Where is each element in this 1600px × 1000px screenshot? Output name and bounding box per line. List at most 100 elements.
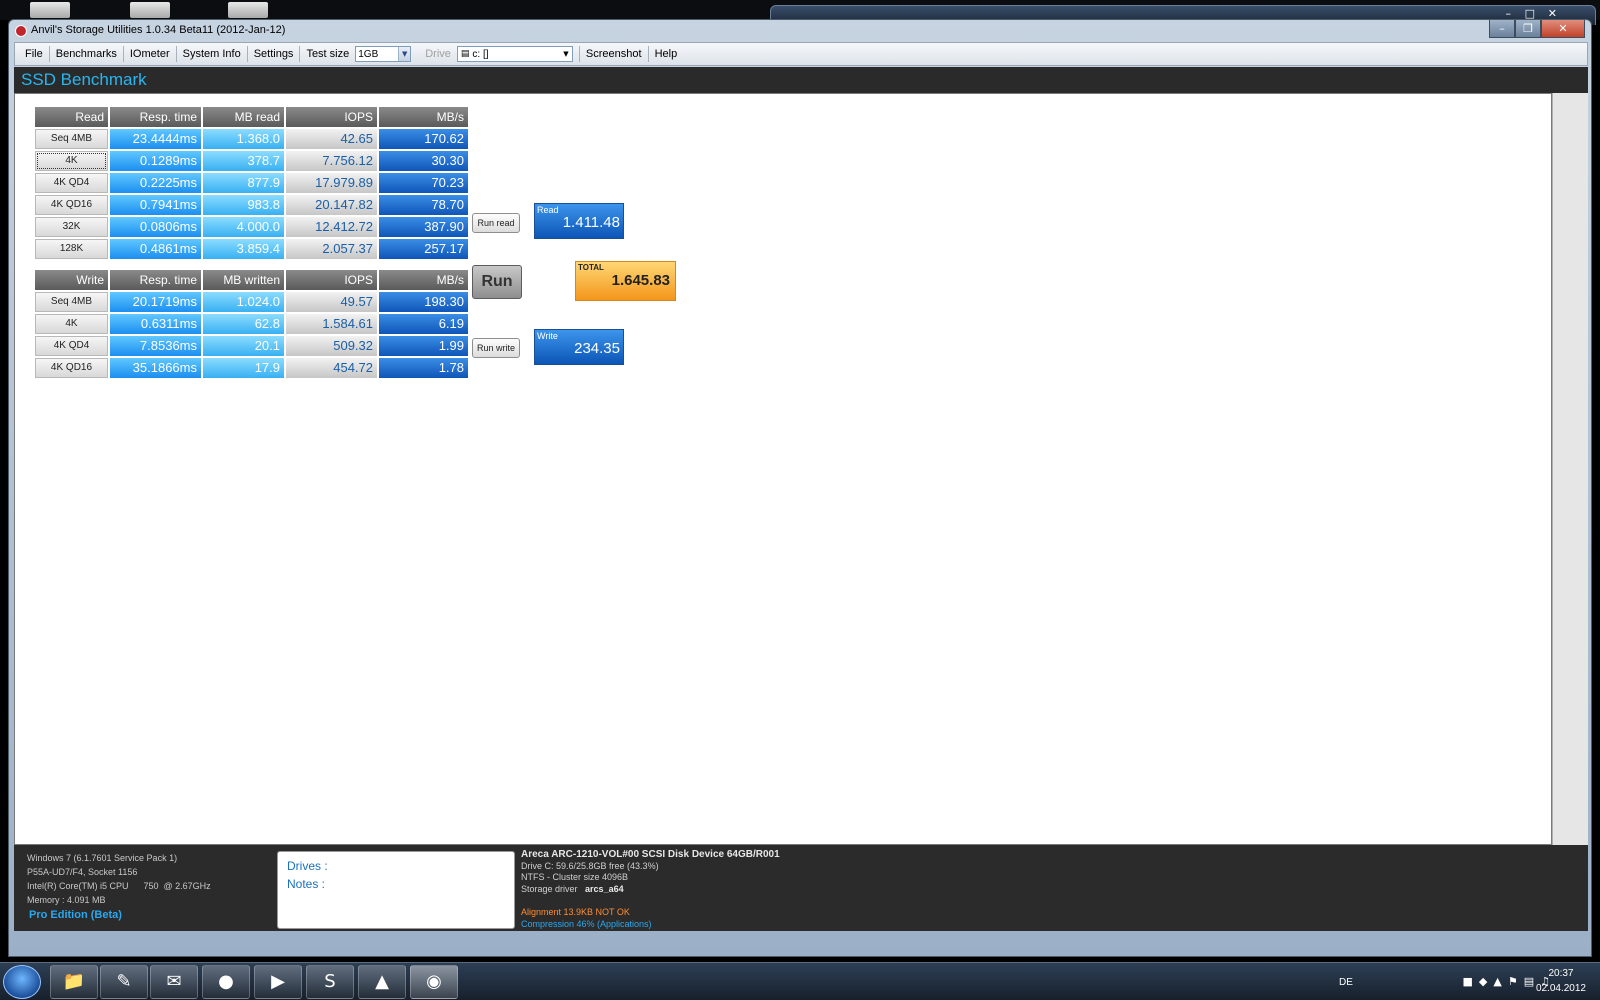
test-button[interactable]: 4K xyxy=(35,151,108,171)
mbs-value: 1.99 xyxy=(379,336,468,356)
drive-label: Drive xyxy=(425,48,451,60)
menu-iometer[interactable]: IOmeter xyxy=(124,46,177,62)
test-button[interactable]: 4K QD16 xyxy=(35,195,108,215)
chevron-down-icon[interactable]: ▼ xyxy=(560,50,572,58)
resp-time-value: 20.1719ms xyxy=(110,292,201,312)
tray-icon[interactable]: ▲ xyxy=(1493,975,1501,988)
skype-icon[interactable]: S xyxy=(306,965,354,999)
menu-benchmarks[interactable]: Benchmarks xyxy=(50,46,124,62)
maximize-button[interactable]: ❐ xyxy=(1515,20,1541,38)
menu-screenshot[interactable]: Screenshot xyxy=(578,46,649,62)
drive-filesystem: NTFS - Cluster size 4096B xyxy=(521,872,629,882)
resp-time-value: 0.6311ms xyxy=(110,314,201,334)
iops-value: 20.147.82 xyxy=(286,195,377,215)
clock-date: 02.04.2012 xyxy=(1535,983,1586,994)
total-score: TOTAL 1.645.83 xyxy=(575,261,676,301)
storage-driver-label: Storage driver xyxy=(521,883,578,894)
edition-label: Pro Edition (Beta) xyxy=(29,909,122,921)
language-indicator[interactable]: DE xyxy=(1339,977,1353,988)
taskbar: 📁 ✎ ✉ ● ▶ S ▲ ◉ DE ■ ◆ ▲ ⚑ ▤ ♫ 20:37 02.… xyxy=(0,962,1600,1000)
flag-icon[interactable]: ⚑ xyxy=(1508,975,1518,988)
write-header: Write xyxy=(35,270,108,290)
iops-value: 42.65 xyxy=(286,129,377,149)
mbs-header: MB/s xyxy=(379,107,468,127)
right-margin xyxy=(1552,93,1588,845)
drive-icon: ▤ xyxy=(460,49,470,59)
desktop-icon[interactable] xyxy=(130,2,170,18)
mbs-value: 257.17 xyxy=(379,239,468,259)
benchmark-panel: Read Resp. time MB read IOPS MB/s Seq 4M… xyxy=(14,93,1552,845)
iops-header: IOPS xyxy=(286,270,377,290)
vlc-icon[interactable]: ▲ xyxy=(358,965,406,999)
drive-select[interactable]: ▤ c: [] ▼ xyxy=(456,46,573,62)
test-button[interactable]: 4K QD4 xyxy=(35,173,108,193)
start-button[interactable] xyxy=(3,965,41,999)
title-bar[interactable]: Anvil's Storage Utilities 1.0.34 Beta11 … xyxy=(9,20,1591,42)
mbs-value: 387.90 xyxy=(379,217,468,237)
test-button[interactable]: 128K xyxy=(35,239,108,259)
info-band: Windows 7 (6.1.7601 Service Pack 1) P55A… xyxy=(14,845,1588,931)
tray-icon[interactable]: ■ xyxy=(1463,975,1473,988)
table-row: 4K QD4 0.2225ms 877.9 17.979.89 70.23 xyxy=(35,173,470,193)
mbs-value: 78.70 xyxy=(379,195,468,215)
network-icon[interactable]: ▤ xyxy=(1524,975,1534,988)
table-row: 4K QD16 0.7941ms 983.8 20.147.82 78.70 xyxy=(35,195,470,215)
mb-read-header: MB read xyxy=(203,107,284,127)
system-info: Windows 7 (6.1.7601 Service Pack 1) P55A… xyxy=(27,851,211,907)
iops-header: IOPS xyxy=(286,107,377,127)
desktop-icon[interactable] xyxy=(30,2,70,18)
menu-help[interactable]: Help xyxy=(649,46,684,62)
alignment-status: Alignment 13.9KB NOT OK xyxy=(521,907,630,917)
clock[interactable]: 20:37 02.04.2012 xyxy=(1536,966,1586,996)
notes-box[interactable]: Drives : Notes : xyxy=(277,851,515,929)
run-write-button[interactable]: Run write xyxy=(472,338,520,358)
test-button[interactable]: Seq 4MB xyxy=(35,129,108,149)
menu-settings[interactable]: Settings xyxy=(248,46,301,62)
run-read-button[interactable]: Run read xyxy=(472,213,520,233)
test-button[interactable]: 32K xyxy=(35,217,108,237)
resp-time-value: 0.4861ms xyxy=(110,239,201,259)
iops-value: 49.57 xyxy=(286,292,377,312)
minimize-button[interactable]: – xyxy=(1489,20,1515,38)
anvil-app-icon[interactable]: ◉ xyxy=(410,965,458,999)
explorer-icon[interactable]: 📁 xyxy=(50,965,98,999)
menu-bar: File Benchmarks IOmeter System Info Sett… xyxy=(14,42,1588,66)
test-size-label: Test size xyxy=(306,48,350,60)
test-size-select[interactable]: 1GB ▼ xyxy=(355,46,412,62)
resp-time-value: 0.0806ms xyxy=(110,217,201,237)
memory-info: Memory : 4.091 MB xyxy=(27,895,106,905)
iops-value: 12.412.72 xyxy=(286,217,377,237)
write-score: Write 234.35 xyxy=(534,329,624,365)
mbs-value: 30.30 xyxy=(379,151,468,171)
chevron-down-icon[interactable]: ▼ xyxy=(398,47,411,61)
resp-time-header: Resp. time xyxy=(110,107,201,127)
test-button[interactable]: 4K QD16 xyxy=(35,358,108,378)
media-player-icon[interactable]: ▶ xyxy=(254,965,302,999)
mail-icon[interactable]: ✉ xyxy=(150,965,198,999)
firefox-icon[interactable]: ● xyxy=(202,965,250,999)
write-score-value: 234.35 xyxy=(574,340,620,357)
read-score-label: Read xyxy=(537,205,559,215)
cpu-info: Intel(R) Core(TM) i5 CPU 750 @ 2.67GHz xyxy=(27,881,211,891)
read-header: Read xyxy=(35,107,108,127)
read-results-table: Read Resp. time MB read IOPS MB/s Seq 4M… xyxy=(35,107,470,261)
tray-icon[interactable]: ◆ xyxy=(1479,975,1487,988)
table-row: 4K QD16 35.1866ms 17.9 454.72 1.78 xyxy=(35,358,470,378)
iops-value: 509.32 xyxy=(286,336,377,356)
menu-file[interactable]: File xyxy=(19,46,50,62)
mb-value: 4.000.0 xyxy=(203,217,284,237)
desktop-icon[interactable] xyxy=(228,2,268,18)
test-size-value: 1GB xyxy=(358,48,379,60)
drives-label: Drives : xyxy=(287,859,328,873)
table-row: 4K 0.6311ms 62.8 1.584.61 6.19 xyxy=(35,314,470,334)
test-button[interactable]: 4K QD4 xyxy=(35,336,108,356)
test-button[interactable]: Seq 4MB xyxy=(35,292,108,312)
close-button[interactable]: ✕ xyxy=(1541,20,1585,38)
test-button[interactable]: 4K xyxy=(35,314,108,334)
mbs-value: 1.78 xyxy=(379,358,468,378)
drive-info: Areca ARC-1210-VOL#00 SCSI Disk Device 6… xyxy=(521,849,780,929)
tools-icon[interactable]: ✎ xyxy=(100,965,148,999)
run-button[interactable]: Run xyxy=(472,265,522,299)
mb-written-header: MB written xyxy=(203,270,284,290)
menu-system-info[interactable]: System Info xyxy=(177,46,248,62)
